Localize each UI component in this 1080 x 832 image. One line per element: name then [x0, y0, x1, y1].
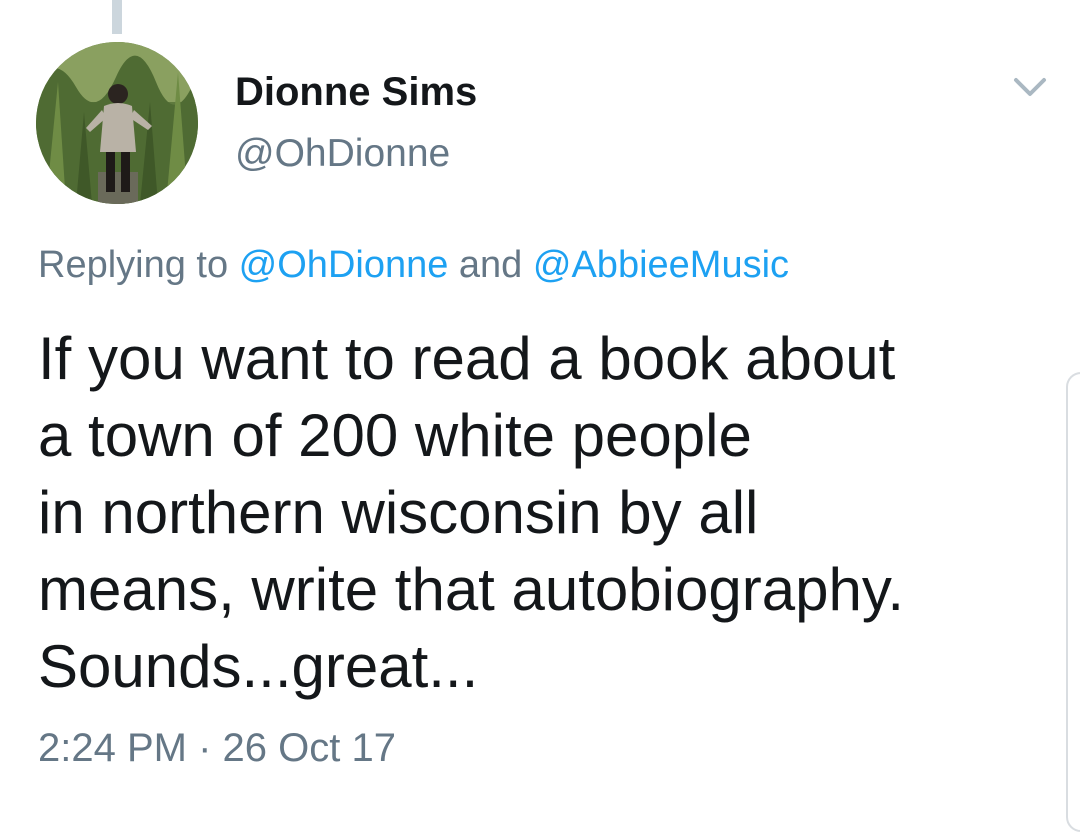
- tweet-text-line: Sounds...great...: [38, 633, 479, 700]
- reply-mention-link[interactable]: @AbbieeMusic: [533, 244, 789, 286]
- tweet-text: If you want to read a book about a town …: [38, 320, 1038, 705]
- reply-mention-link[interactable]: @OhDionne: [239, 244, 449, 286]
- tweet-time: 2:24 PM: [38, 726, 187, 770]
- chevron-down-icon[interactable]: [1010, 72, 1050, 102]
- reply-connector: and: [448, 244, 533, 286]
- avatar[interactable]: [36, 42, 198, 204]
- tweet-timestamp[interactable]: 2:24 PM · 26 Oct 17: [38, 726, 396, 771]
- author-handle[interactable]: @OhDionne: [235, 132, 450, 176]
- profile-photo-icon: [36, 42, 198, 204]
- tweet-text-line: a town of 200 white people: [38, 402, 752, 469]
- scrollbar[interactable]: [1066, 372, 1080, 832]
- tweet-date: 26 Oct 17: [222, 726, 396, 770]
- tweet-text-line: If you want to read a book about: [38, 325, 896, 392]
- tweet-text-line: means, write that autobiography.: [38, 556, 905, 623]
- author-name[interactable]: Dionne Sims: [235, 70, 477, 115]
- replying-to-line: Replying to @OhDionne and @AbbieeMusic: [38, 244, 789, 287]
- tweet-text-line: in northern wisconsin by all: [38, 479, 759, 546]
- thread-connector-line: [112, 0, 122, 34]
- replying-to-label: Replying to: [38, 244, 239, 286]
- timestamp-separator: ·: [186, 726, 223, 770]
